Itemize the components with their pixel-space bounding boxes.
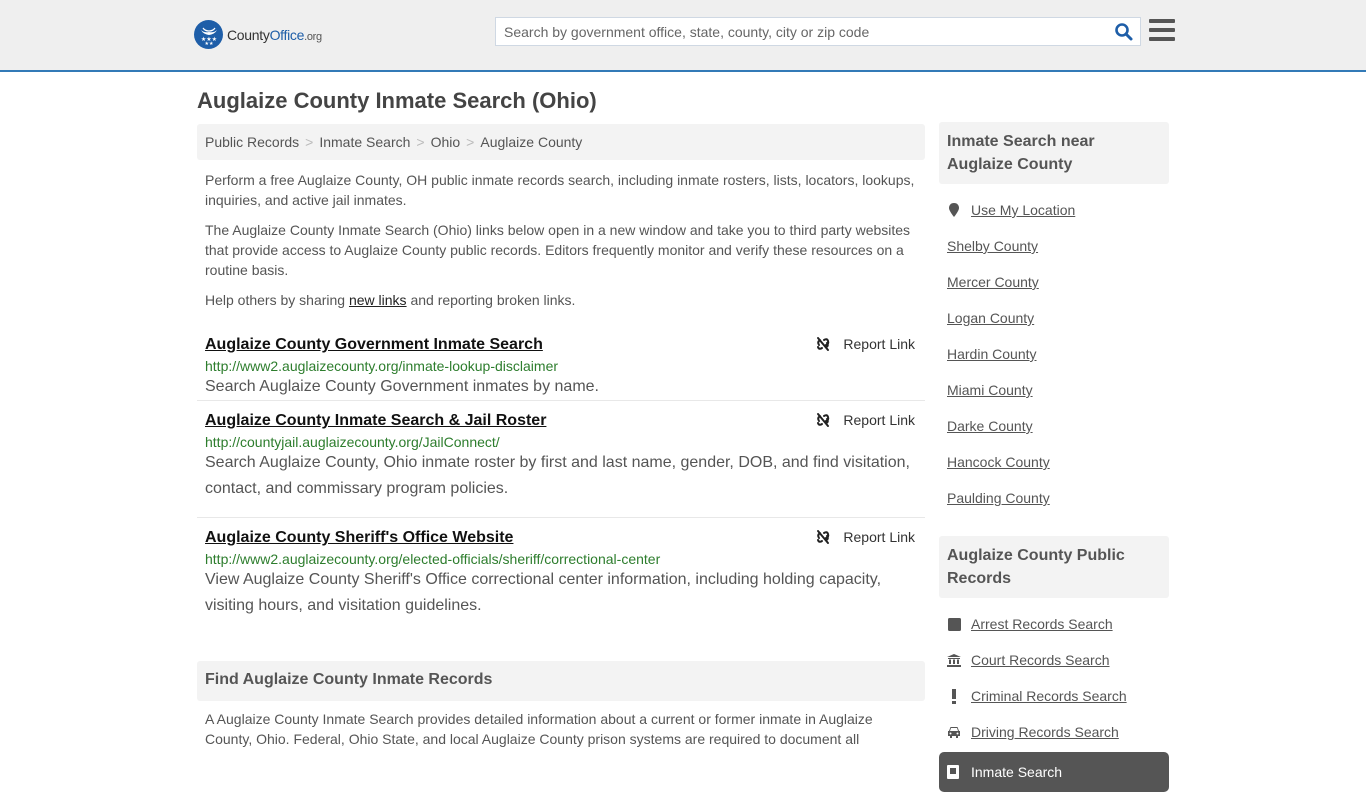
- broken-link-icon: [817, 530, 830, 544]
- logo-text: CountyOffice.org: [227, 26, 322, 43]
- nearby-county-item: Hancock County: [947, 444, 1161, 480]
- nearby-heading: Inmate Search near Auglaize County: [939, 122, 1169, 184]
- site-header: ★★★ ★★ CountyOffice.org: [0, 0, 1366, 72]
- eagle-logo-icon: ★★★ ★★: [194, 20, 223, 49]
- find-records-heading: Find Auglaize County Inmate Records: [197, 661, 925, 701]
- nearby-county-link[interactable]: Logan County: [947, 300, 1034, 336]
- nearby-county-item: Miami County: [947, 372, 1161, 408]
- intro: Perform a free Auglaize County, OH publi…: [197, 170, 925, 310]
- nearby-county-link[interactable]: Hardin County: [947, 336, 1037, 372]
- share-paragraph: Help others by sharing new links and rep…: [205, 292, 576, 308]
- nearby-list: Use My Location Shelby County Mercer Cou…: [939, 192, 1169, 516]
- breadcrumb-separator: >: [466, 134, 475, 150]
- result-url: http://countyjail.auglaizecounty.org/Jai…: [205, 434, 500, 450]
- result-item: Auglaize County Inmate Search & Jail Ros…: [197, 401, 925, 518]
- hamburger-menu-icon[interactable]: [1149, 19, 1175, 43]
- public-records-list: Arrest Records Search Court Records Sear…: [939, 606, 1169, 750]
- nearby-county-link[interactable]: Paulding County: [947, 480, 1050, 516]
- courthouse-icon: [947, 653, 961, 667]
- records-item: Arrest Records Search: [947, 606, 1161, 642]
- breadcrumb-inmate-search[interactable]: Inmate Search: [319, 134, 410, 150]
- nearby-county-item: Logan County: [947, 300, 1161, 336]
- find-records-text: A Auglaize County Inmate Search provides…: [205, 711, 873, 747]
- result-title-link[interactable]: Auglaize County Sheriff's Office Website: [205, 529, 513, 547]
- breadcrumb-public-records[interactable]: Public Records: [205, 134, 299, 150]
- records-item: Criminal Records Search: [947, 678, 1161, 714]
- exclamation-icon: [947, 688, 961, 704]
- nearby-county-item: Paulding County: [947, 480, 1161, 516]
- nearby-county-link[interactable]: Darke County: [947, 408, 1033, 444]
- breadcrumb-ohio[interactable]: Ohio: [431, 134, 461, 150]
- breadcrumb-separator: >: [416, 134, 425, 150]
- search-icon[interactable]: [1114, 22, 1134, 42]
- car-icon: [947, 725, 961, 739]
- svg-text:★★: ★★: [204, 41, 213, 46]
- page-title: Auglaize County Inmate Search (Ohio): [197, 88, 597, 113]
- nearby-county-link[interactable]: Miami County: [947, 372, 1033, 408]
- criminal-records-link[interactable]: Criminal Records Search: [971, 678, 1127, 714]
- site-logo[interactable]: ★★★ ★★ CountyOffice.org: [194, 20, 322, 49]
- nearby-county-link[interactable]: Hancock County: [947, 444, 1050, 480]
- records-item: Driving Records Search: [947, 714, 1161, 750]
- breadcrumb-auglaize-county[interactable]: Auglaize County: [480, 134, 582, 150]
- result-description: Search Auglaize County, Ohio inmate rost…: [205, 454, 910, 497]
- driving-records-link[interactable]: Driving Records Search: [971, 714, 1119, 750]
- records-item: Court Records Search: [947, 642, 1161, 678]
- nearby-county-item: Darke County: [947, 408, 1161, 444]
- report-link-button[interactable]: Report Link: [815, 412, 915, 428]
- nearby-county-link[interactable]: Shelby County: [947, 228, 1038, 264]
- new-links-link[interactable]: new links: [349, 292, 407, 308]
- use-location-item: Use My Location: [947, 192, 1161, 228]
- report-link-button[interactable]: Report Link: [815, 529, 915, 545]
- public-records-heading: Auglaize County Public Records: [939, 536, 1169, 598]
- intro-paragraph: The Auglaize County Inmate Search (Ohio)…: [205, 222, 911, 278]
- result-url: http://www2.auglaizecounty.org/elected-o…: [205, 551, 661, 567]
- use-my-location-link[interactable]: Use My Location: [971, 192, 1075, 228]
- nearby-county-link[interactable]: Mercer County: [947, 264, 1039, 300]
- inmate-search-active-item[interactable]: Inmate Search: [939, 752, 1169, 792]
- result-description: View Auglaize County Sheriff's Office co…: [205, 571, 882, 614]
- result-item: Auglaize County Sheriff's Office Website…: [197, 518, 925, 628]
- breadcrumb: Public Records > Inmate Search > Ohio > Auglai…: [197, 124, 925, 160]
- map-marker-icon: [947, 203, 961, 217]
- breadcrumb-separator: >: [305, 134, 314, 150]
- broken-link-icon: [817, 413, 830, 427]
- result-item: Auglaize County Government Inmate Search…: [197, 330, 925, 401]
- square-icon: [947, 617, 961, 631]
- door-icon: [947, 765, 961, 779]
- result-description: Search Auglaize County Government inmate…: [205, 378, 599, 395]
- result-title-link[interactable]: Auglaize County Inmate Search & Jail Ros…: [205, 412, 546, 430]
- search-input[interactable]: [496, 18, 1096, 45]
- nearby-county-item: Hardin County: [947, 336, 1161, 372]
- nearby-county-item: Mercer County: [947, 264, 1161, 300]
- arrest-records-link[interactable]: Arrest Records Search: [971, 606, 1113, 642]
- nearby-county-item: Shelby County: [947, 228, 1161, 264]
- result-title-link[interactable]: Auglaize County Government Inmate Search: [205, 336, 543, 354]
- intro-paragraph: Perform a free Auglaize County, OH publi…: [205, 172, 915, 208]
- court-records-link[interactable]: Court Records Search: [971, 642, 1110, 678]
- sidebar: Inmate Search near Auglaize County Use M…: [939, 122, 1169, 792]
- result-url: http://www2.auglaizecounty.org/inmate-lo…: [205, 358, 559, 374]
- report-link-button[interactable]: Report Link: [815, 336, 915, 352]
- broken-link-icon: [817, 337, 830, 351]
- main-content: Public Records > Inmate Search > Ohio > Auglai…: [197, 124, 925, 749]
- search-box: [495, 17, 1141, 46]
